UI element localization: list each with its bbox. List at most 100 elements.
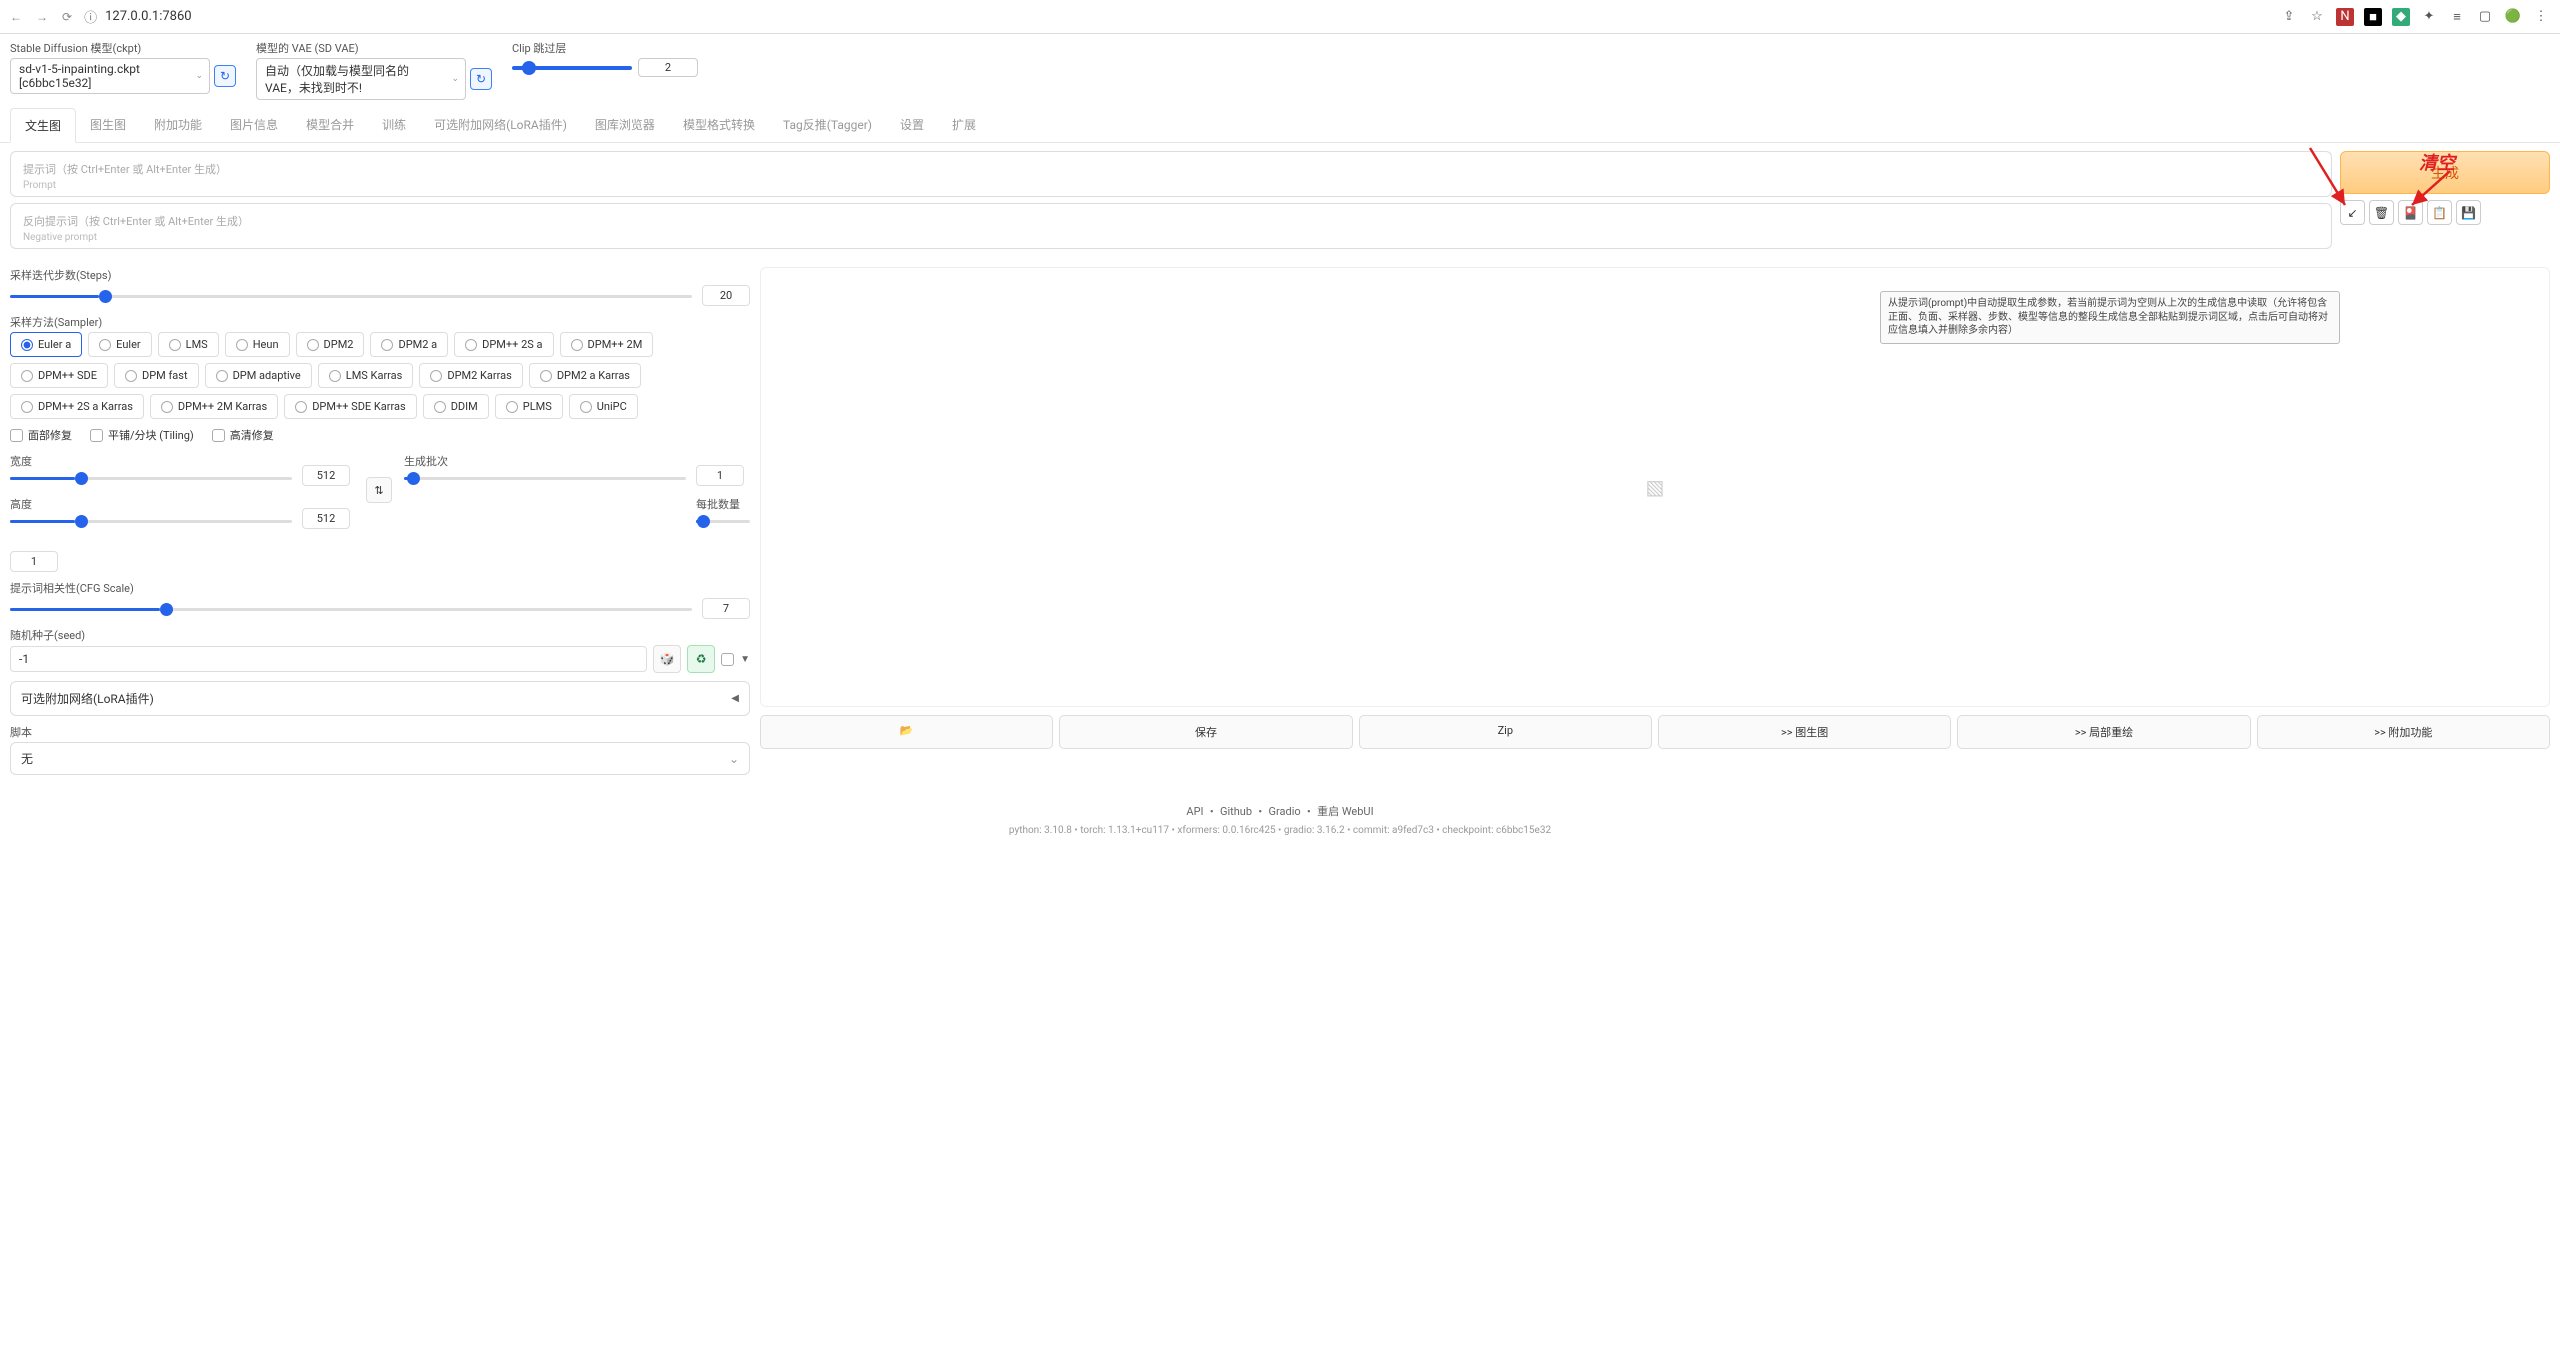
steps-slider[interactable] (10, 289, 692, 303)
menu-dots-icon[interactable]: ⋮ (2532, 8, 2550, 26)
top-config-row: Stable Diffusion 模型(ckpt) sd-v1-5-inpain… (0, 34, 2560, 104)
width-value[interactable]: 512 (302, 465, 350, 486)
paste-button[interactable]: 📋 (2427, 200, 2452, 225)
tab-11[interactable]: 扩展 (938, 108, 990, 142)
ext-icon-1[interactable]: N (2336, 8, 2354, 26)
window-icon[interactable]: ▢ (2476, 8, 2494, 26)
sampler-radio-dpm2-karras[interactable]: DPM2 Karras (419, 363, 522, 388)
hires-checkbox[interactable]: 高清修复 (212, 427, 274, 443)
sampler-radio-dpm2-a[interactable]: DPM2 a (370, 332, 448, 357)
prompt-textarea[interactable]: 提示词（按 Ctrl+Enter 或 Alt+Enter 生成） Prompt (10, 151, 2332, 197)
swap-dims-button[interactable]: ⇅ (366, 477, 392, 503)
sampler-radio-euler-a[interactable]: Euler a (10, 332, 82, 357)
sampler-radio-plms[interactable]: PLMS (495, 394, 563, 419)
height-value[interactable]: 512 (302, 508, 350, 529)
batch-count-value[interactable]: 1 (696, 465, 744, 486)
sampler-radio-dpm-adaptive[interactable]: DPM adaptive (205, 363, 312, 388)
send-img2img-button[interactable]: >> 图生图 (1658, 715, 1951, 749)
height-slider[interactable] (10, 514, 292, 528)
sampler-radio-dpm-2s-a[interactable]: DPM++ 2S a (454, 332, 553, 357)
vae-refresh-button[interactable]: ↻ (470, 68, 492, 90)
model-refresh-button[interactable]: ↻ (214, 65, 236, 87)
tab-9[interactable]: Tag反推(Tagger) (769, 108, 886, 142)
sampler-radio-heun[interactable]: Heun (225, 332, 290, 357)
cfg-label: 提示词相关性(CFG Scale) (10, 580, 750, 596)
sampler-radio-euler[interactable]: Euler (88, 332, 151, 357)
tab-5[interactable]: 训练 (368, 108, 420, 142)
save-button[interactable]: 保存 (1059, 715, 1352, 749)
chevron-down-icon: ⌄ (195, 71, 203, 81)
sampler-radio-dpm-2s-a-karras[interactable]: DPM++ 2S a Karras (10, 394, 144, 419)
batch-count-slider[interactable] (404, 471, 686, 485)
ext-icon-2[interactable]: ■ (2364, 8, 2382, 26)
tab-3[interactable]: 图片信息 (216, 108, 292, 142)
nav-reload-icon[interactable]: ⟳ (62, 10, 72, 24)
vae-select[interactable]: 自动（仅加载与模型同名的 VAE，未找到时不! ⌄ (256, 58, 466, 100)
batch-size-slider[interactable] (696, 514, 750, 528)
steps-value[interactable]: 20 (702, 285, 750, 306)
extra-seed-checkbox[interactable] (721, 653, 734, 666)
sampler-radio-lms-karras[interactable]: LMS Karras (318, 363, 414, 388)
tab-1[interactable]: 图生图 (76, 108, 140, 142)
zip-button[interactable]: Zip (1359, 715, 1652, 749)
info-icon[interactable]: ⓘ (84, 7, 97, 26)
save-style-button[interactable]: 💾 (2456, 200, 2481, 225)
address-url[interactable]: 127.0.0.1:7860 (105, 9, 192, 24)
tab-2[interactable]: 附加功能 (140, 108, 216, 142)
send-inpaint-button[interactable]: >> 局部重绘 (1957, 715, 2250, 749)
negative-prompt-textarea[interactable]: 反向提示词（按 Ctrl+Enter 或 Alt+Enter 生成） Negat… (10, 203, 2332, 249)
model-select[interactable]: sd-v1-5-inpainting.ckpt [c6bbc15e32] ⌄ (10, 58, 210, 94)
sampler-radio-dpm-2m-karras[interactable]: DPM++ 2M Karras (150, 394, 278, 419)
seed-expand-icon[interactable]: ▼ (740, 654, 750, 665)
height-label: 高度 (10, 496, 292, 512)
tab-8[interactable]: 模型格式转换 (669, 108, 769, 142)
recycle-button[interactable]: ♻ (687, 645, 715, 673)
cfg-slider[interactable] (10, 602, 692, 616)
sampler-radio-unipc[interactable]: UniPC (569, 394, 638, 419)
sampler-radio-dpm2[interactable]: DPM2 (296, 332, 365, 357)
sampler-radio-lms[interactable]: LMS (158, 332, 219, 357)
footer-links[interactable]: API ・ Github ・ Gradio ・ 重启 WebUI (0, 785, 2560, 825)
cfg-value[interactable]: 7 (702, 598, 750, 619)
seed-input[interactable]: -1 (10, 646, 647, 672)
tiling-checkbox[interactable]: 平铺/分块 (Tiling) (90, 427, 194, 443)
sampler-radio-dpm-sde-karras[interactable]: DPM++ SDE Karras (284, 394, 417, 419)
sampler-radio-dpm2-a-karras[interactable]: DPM2 a Karras (529, 363, 641, 388)
script-label: 脚本 (10, 724, 750, 740)
batch-size-value[interactable]: 1 (10, 551, 58, 572)
browser-chrome-bar: ← → ⟳ ⓘ 127.0.0.1:7860 ⇪ ☆ N ■ ◆ ✦ ≡ ▢ 🟢… (0, 0, 2560, 34)
dice-button[interactable]: 🎲 (653, 645, 681, 673)
profile-icon[interactable]: 🟢 (2504, 8, 2522, 26)
clip-value[interactable]: 2 (638, 58, 698, 77)
clear-prompt-button[interactable]: 🗑 (2369, 200, 2394, 225)
ext-icon-3[interactable]: ◆ (2392, 8, 2410, 26)
annotation-clear-label: 清空 (2419, 149, 2455, 175)
tab-10[interactable]: 设置 (886, 108, 938, 142)
sampler-radio-dpm-fast[interactable]: DPM fast (114, 363, 199, 388)
nav-back-icon[interactable]: ← (10, 10, 22, 24)
send-extras-button[interactable]: >> 附加功能 (2257, 715, 2550, 749)
tab-7[interactable]: 图库浏览器 (581, 108, 669, 142)
restore-faces-checkbox[interactable]: 面部修复 (10, 427, 72, 443)
tab-0[interactable]: 文生图 (10, 108, 76, 143)
tab-4[interactable]: 模型合并 (292, 108, 368, 142)
script-select[interactable]: 无 ⌄ (10, 742, 750, 775)
styles-button[interactable]: 🎴 (2398, 200, 2423, 225)
open-folder-button[interactable]: 📂 (760, 715, 1053, 749)
width-slider[interactable] (10, 471, 292, 485)
width-label: 宽度 (10, 453, 292, 469)
star-icon[interactable]: ☆ (2308, 8, 2326, 26)
batch-count-label: 生成批次 (404, 453, 686, 469)
footer-versions: python: 3.10.8 • torch: 1.13.1+cu117 • x… (0, 825, 2560, 856)
nav-forward-icon[interactable]: → (36, 10, 48, 24)
sampler-radio-dpm-2m[interactable]: DPM++ 2M (560, 332, 654, 357)
tab-6[interactable]: 可选附加网络(LoRA插件) (420, 108, 581, 142)
clip-slider[interactable] (512, 66, 632, 70)
arrow-tool-button[interactable]: ↙ (2340, 200, 2365, 225)
puzzle-icon[interactable]: ✦ (2420, 8, 2438, 26)
lora-section[interactable]: 可选附加网络(LoRA插件) ◀ (10, 681, 750, 716)
sampler-radio-dpm-sde[interactable]: DPM++ SDE (10, 363, 108, 388)
share-icon[interactable]: ⇪ (2280, 8, 2298, 26)
list-icon[interactable]: ≡ (2448, 8, 2466, 26)
sampler-radio-ddim[interactable]: DDIM (423, 394, 489, 419)
